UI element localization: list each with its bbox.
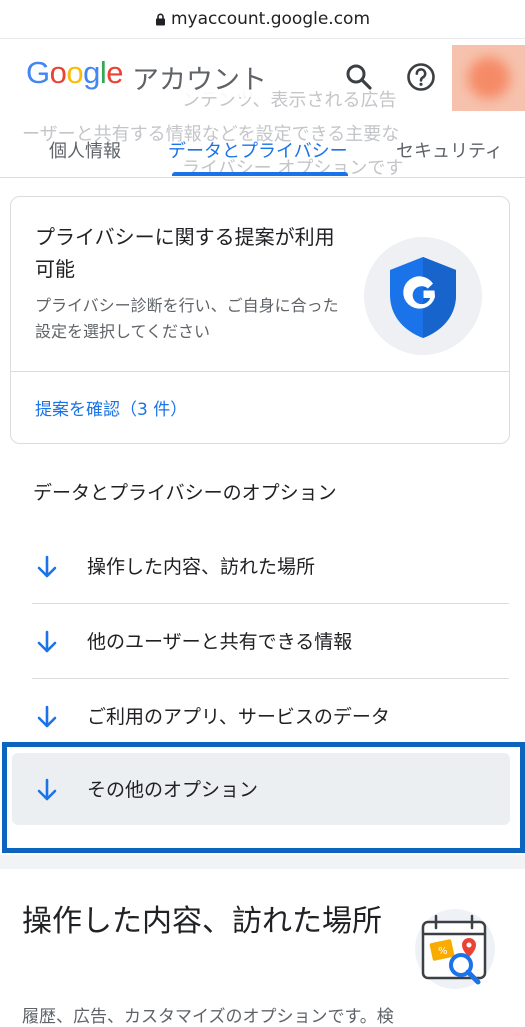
calendar-map-search-icon: % (415, 909, 495, 989)
arrow-down-icon (37, 555, 57, 578)
privacy-suggestion-card: プライバシーに関する提案が利用可能 プライバシー診断を行い、ご自身に合った設定を… (10, 196, 510, 444)
lock-icon (155, 13, 165, 25)
review-suggestions-link[interactable]: 提案を確認（3 件） (35, 395, 187, 420)
address-bar[interactable]: myaccount.google.com (0, 0, 525, 39)
active-tab-indicator (172, 172, 348, 176)
search-icon[interactable] (343, 61, 375, 93)
activity-section-description: 履歴、広告、カスタマイズのオプションです。検 (22, 1007, 394, 1027)
activity-section-title: 操作した内容、訪れた場所 (22, 904, 382, 939)
arrow-down-icon (37, 630, 57, 653)
tab-personal-info[interactable]: 個人情報 (49, 137, 121, 163)
google-shield-icon (390, 257, 456, 338)
card-description: プライバシー診断を行い、ご自身に合った設定を選択してください (35, 296, 339, 341)
arrow-down-icon (37, 705, 57, 728)
tab-bar: 個人情報 データとプライバシー セキュリティ (0, 127, 525, 177)
app-header: ンテンツ、表示される広告 ーザーと共有する情報などを設定できる主要な ライバシー… (0, 39, 525, 178)
highlight-frame (2, 742, 525, 853)
tab-data-privacy[interactable]: データとプライバシー (168, 137, 348, 163)
url-text: myaccount.google.com (170, 9, 371, 29)
section-separator (0, 855, 525, 869)
divider (32, 603, 509, 604)
card-title: プライバシーに関する提案が利用可能 (35, 225, 335, 281)
svg-text:%: % (438, 946, 448, 957)
option-label: ご利用のアプリ、サービスのデータ (87, 706, 390, 728)
avatar[interactable] (452, 45, 525, 111)
divider (11, 371, 509, 372)
tab-security[interactable]: セキュリティ (396, 137, 503, 163)
option-label: 操作した内容、訪れた場所 (87, 556, 316, 578)
section-title: データとプライバシーのオプション (33, 482, 337, 504)
help-icon[interactable] (405, 61, 437, 93)
product-title: アカウント (132, 58, 267, 97)
option-shareable-info[interactable]: 他のユーザーと共有できる情報 (0, 605, 525, 679)
shield-badge (364, 237, 482, 355)
option-activity[interactable]: 操作した内容、訪れた場所 (0, 530, 525, 604)
option-label: 他のユーザーと共有できる情報 (87, 631, 353, 653)
divider (32, 678, 509, 679)
google-logo[interactable]: Google (26, 55, 124, 91)
